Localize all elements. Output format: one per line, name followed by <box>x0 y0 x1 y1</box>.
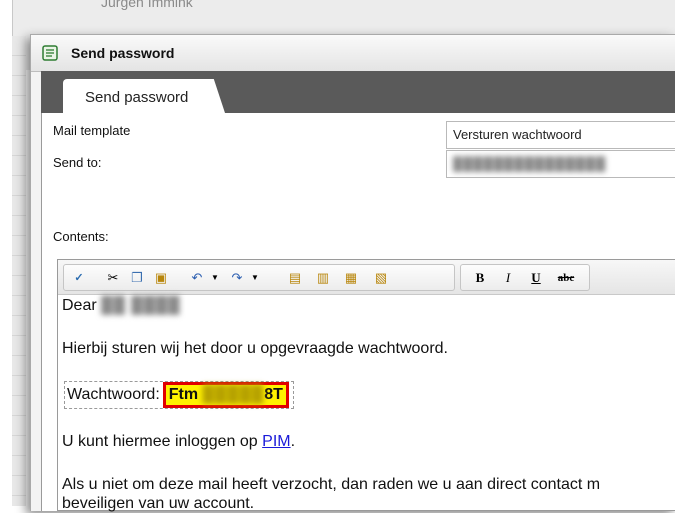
redo-icon[interactable]: ↷ <box>228 271 246 285</box>
tab-edge <box>209 79 225 113</box>
paste-text-icon[interactable]: ▤ <box>286 271 304 285</box>
editor-toolbar: ✓ ✂ ❐ ▣ ↶ ▼ ↷ ▼ ▤ ▥ ▦ ▧ B I U abc <box>58 260 675 295</box>
login-line: U kunt hiermee inloggen op PIM. <box>62 432 295 451</box>
mail-template-label: Mail template <box>53 123 131 138</box>
password-masked: █████ <box>202 386 265 403</box>
mail-template-value: Versturen wachtwoord <box>453 127 582 142</box>
password-line: Wachtwoord: Ftm █████8T <box>64 381 294 409</box>
toolbar-group-clipboard: ✓ ✂ ❐ ▣ ↶ ▼ ↷ ▼ ▤ ▥ ▦ ▧ <box>63 264 455 291</box>
greeting-name: ██ ████ <box>101 297 181 314</box>
send-to-value: ███████████████ <box>453 156 607 171</box>
paste-icon[interactable]: ▣ <box>152 271 170 285</box>
password-highlight: Ftm █████8T <box>162 382 289 408</box>
italic-button[interactable]: I <box>499 271 517 285</box>
password-suffix: 8T <box>264 386 283 403</box>
bold-button[interactable]: B <box>471 271 489 285</box>
strikethrough-button[interactable]: abc <box>553 271 579 285</box>
toolbar-group-format: B I U abc <box>460 264 590 291</box>
undo-icon[interactable]: ↶ <box>188 271 206 285</box>
paste-special-icon[interactable]: ▦ <box>342 271 360 285</box>
intro-line: Hierbij sturen wij het door u opgevraagd… <box>62 340 448 357</box>
dialog-title: Send password <box>71 45 175 61</box>
rich-text-editor[interactable]: ✓ ✂ ❐ ▣ ↶ ▼ ↷ ▼ ▤ ▥ ▦ ▧ B I U abc Dear █… <box>57 259 675 512</box>
cut-icon[interactable]: ✂ <box>104 271 122 285</box>
redo-dropdown-icon[interactable]: ▼ <box>246 271 264 285</box>
mail-template-select[interactable]: Versturen wachtwoord <box>446 121 675 149</box>
login-text: U kunt hiermee inloggen op <box>62 433 258 450</box>
password-label: Wachtwoord: <box>67 386 160 403</box>
paste-formatted-icon[interactable]: ▧ <box>372 271 390 285</box>
password-prefix: Ftm <box>168 386 199 403</box>
background-window-title: Jurgen Immink <box>101 0 193 10</box>
undo-dropdown-icon[interactable]: ▼ <box>206 271 224 285</box>
tab-strip: Send password <box>41 71 675 113</box>
dialog-content: Mail template Versturen wachtwoord Send … <box>41 113 675 512</box>
dialog-titlebar[interactable]: Send password <box>31 35 675 72</box>
send-to-field[interactable]: ███████████████ <box>446 150 675 178</box>
contents-label: Contents: <box>53 229 109 244</box>
document-icon <box>42 45 58 61</box>
send-to-label: Send to: <box>53 155 102 170</box>
spellcheck-icon[interactable]: ✓ <box>70 271 88 285</box>
tab-send-password-label[interactable]: Send password <box>85 89 188 106</box>
pim-link[interactable]: PIM <box>262 433 290 450</box>
greeting: Dear <box>62 297 97 314</box>
underline-button[interactable]: U <box>527 271 545 285</box>
send-password-dialog: Send password Send password Mail templat… <box>30 34 675 512</box>
warning-line-1: Als u niet om deze mail heeft verzocht, … <box>62 476 601 493</box>
copy-icon[interactable]: ❐ <box>128 271 146 285</box>
background-grid <box>12 36 26 506</box>
paste-word-icon[interactable]: ▥ <box>314 271 332 285</box>
greeting-line: Dear ██ ████ <box>62 296 181 315</box>
login-end: . <box>290 433 296 450</box>
warning-line-2: beveiligen van uw account. <box>62 495 255 512</box>
